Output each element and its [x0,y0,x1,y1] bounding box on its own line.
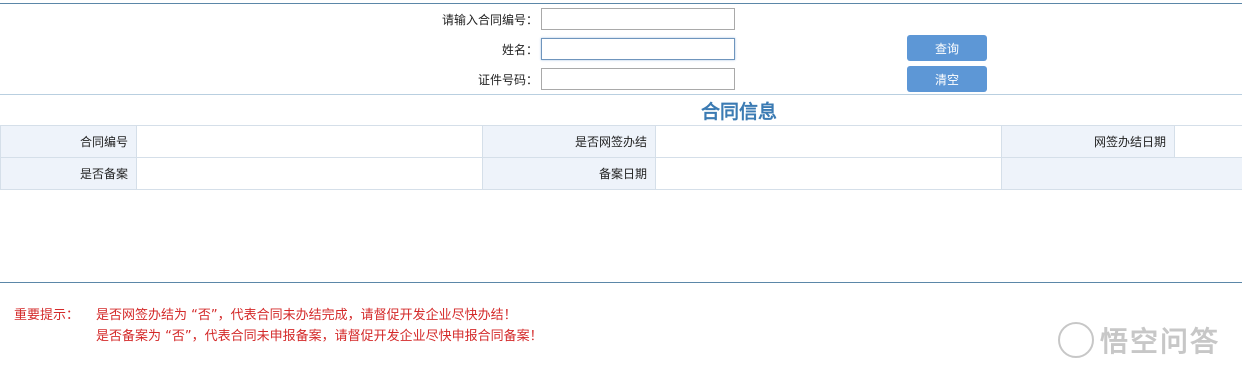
filed-cell-value [136,157,483,190]
form-divider [0,94,1242,95]
netsign-date-cell-value [1174,125,1242,158]
netsign-done-cell-value [655,125,1002,158]
query-button[interactable]: 查询 [907,35,987,61]
id-no-label: 证件号码： [477,73,538,87]
contract-no-label: 请输入合同编号： [441,13,538,27]
notice-line-filing: 是否备案为 “否”，代表合同未申报备案，请督促开发企业尽快申报合同备案！ [96,329,543,344]
watermark: 悟空问答 [1057,320,1220,360]
watermark-text: 悟空问答 [1099,325,1220,358]
filing-date-cell-value [655,157,1002,190]
top-divider [0,3,1242,4]
speech-bubble-icon [1057,322,1094,358]
empty-cell [1001,157,1242,190]
filed-cell-label: 是否备案 [0,157,137,190]
table-row: 合同编号 是否网签办结 网签办结日期 [0,125,1242,158]
notice-divider [0,282,1242,283]
contract-no-cell-value [136,125,483,158]
table-row: 是否备案 备案日期 [0,157,1242,190]
filing-date-cell-label: 备案日期 [482,157,656,190]
contract-info-table: 合同编号 是否网签办结 网签办结日期 是否备案 备案日期 [0,125,1242,190]
clear-button[interactable]: 清空 [907,66,987,92]
id-no-input[interactable] [541,68,735,90]
contract-no-cell-label: 合同编号 [0,125,137,158]
notice-prefix: 重要提示： [14,308,80,323]
notice-line-netsign: 是否网签办结为 “否”，代表合同未办结完成，请督促开发企业尽快办结！ [96,308,517,323]
name-label: 姓名： [501,43,538,57]
netsign-done-cell-label: 是否网签办结 [482,125,656,158]
name-input[interactable] [541,38,735,60]
netsign-date-cell-label: 网签办结日期 [1001,125,1175,158]
contract-info-title: 合同信息 [700,101,777,123]
contract-no-input[interactable] [541,8,735,30]
